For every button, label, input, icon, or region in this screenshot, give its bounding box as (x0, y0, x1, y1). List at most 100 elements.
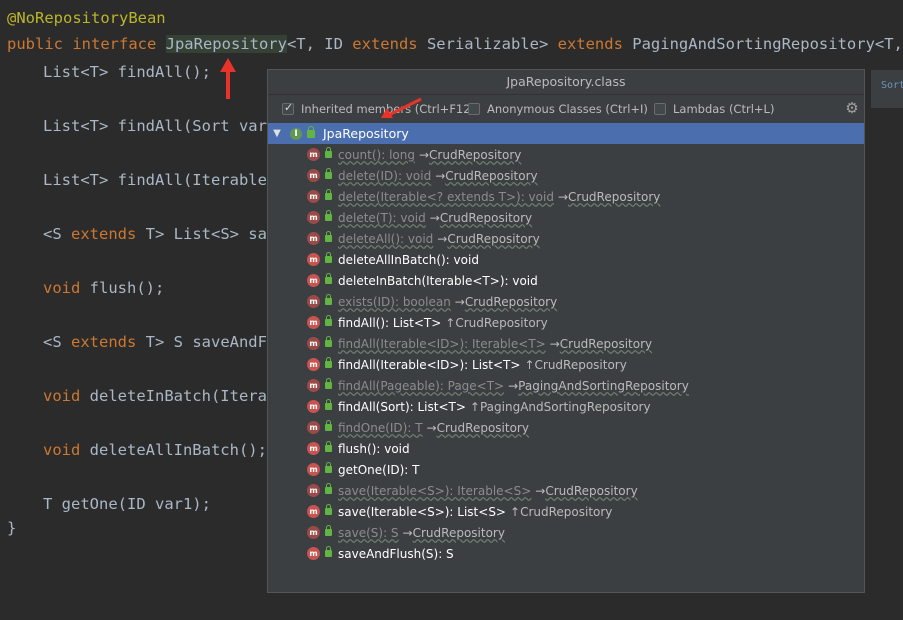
method-icon: m (307, 295, 320, 308)
tree-member-row[interactable]: m save(Iterable<S>): List<S> ↑ CrudReposito… (268, 501, 864, 522)
tree-member-row[interactable]: m findAll(Iterable<ID>): List<T> ↑ CrudRepo… (268, 354, 864, 375)
public-lock-icon (325, 336, 332, 347)
member-source-class: CrudRepository (559, 336, 653, 351)
overrides-up-arrow-icon: ↑ (469, 399, 480, 414)
member-signature: deleteAllInBatch(): void (338, 252, 479, 267)
gear-icon[interactable]: ⚙ (844, 100, 860, 116)
method-icon: m (307, 253, 320, 266)
tree-member-row[interactable]: m delete(ID): void → CrudRepository (268, 165, 864, 186)
inherited-from-arrow-icon: → (402, 525, 413, 540)
method-icon: m (307, 274, 320, 287)
checkbox-unchecked-icon[interactable] (468, 103, 480, 115)
public-lock-icon (325, 210, 332, 221)
member-source-class: CrudRepository (439, 210, 533, 225)
tree-member-row[interactable]: m findAll(Sort): List<T> ↑ PagingAndSorting… (268, 396, 864, 417)
method-icon: m (307, 484, 320, 497)
member-signature: findAll(Iterable<ID>): List<T> (338, 357, 521, 372)
inherited-from-arrow-icon: → (454, 294, 465, 309)
structure-tree[interactable]: ▼ I JpaRepository m count(): long → CrudRep… (268, 123, 864, 564)
method-icon: m (307, 400, 320, 413)
public-lock-icon (325, 273, 332, 284)
checkbox-checked-icon[interactable] (282, 101, 294, 115)
inherited-from-arrow-icon: → (508, 378, 519, 393)
tree-member-row[interactable]: m findAll(Pageable): Page<T> → PagingAndSor… (268, 375, 864, 396)
member-signature: findAll(Pageable): Page<T> (338, 378, 505, 393)
inherited-from-arrow-icon: → (435, 168, 446, 183)
overrides-up-arrow-icon: ↑ (510, 504, 521, 519)
tree-member-row[interactable]: m save(Iterable<S>): Iterable<S> → CrudRepo… (268, 480, 864, 501)
tree-member-row[interactable]: m deleteAllInBatch(): void (268, 249, 864, 270)
tree-member-row[interactable]: m findAll(): List<T> ↑ CrudRepository (268, 312, 864, 333)
tree-member-row[interactable]: m save(S): S → CrudRepository (268, 522, 864, 543)
member-source-class: CrudRepository (445, 168, 538, 183)
member-signature: save(S): S (338, 525, 399, 540)
public-lock-icon (325, 420, 332, 431)
public-lock-icon (325, 441, 332, 452)
member-source-class: CrudRepository (429, 147, 522, 162)
member-signature: exists(ID): boolean (338, 294, 451, 309)
tree-member-row[interactable]: m getOne(ID): T (268, 459, 864, 480)
checkbox-unchecked-icon[interactable] (654, 103, 666, 115)
member-source-class: CrudRepository (447, 231, 540, 246)
tree-member-row[interactable]: m exists(ID): boolean → CrudRepository (268, 291, 864, 312)
method-icon: m (307, 442, 320, 455)
member-source-class: CrudRepository (545, 483, 638, 498)
member-signature: getOne(ID): T (338, 462, 420, 477)
method-icon: m (307, 190, 320, 203)
tree-member-row[interactable]: m delete(T): void → CrudRepository (268, 207, 864, 228)
member-source-class: PagingAndSortingRepository (518, 378, 689, 393)
member-signature: save(Iterable<S>): Iterable<S> (338, 483, 532, 498)
file-structure-popup[interactable]: JpaRepository.class Inherited members (C… (267, 69, 865, 593)
method-icon: m (307, 169, 320, 182)
member-signature: count(): long (338, 147, 415, 162)
jparepository-identifier[interactable]: JpaRepository (165, 35, 287, 53)
code-line-findall-sort: List<T> findAll(Sort var1 (43, 117, 277, 135)
method-icon: m (307, 547, 320, 560)
public-lock-icon (325, 357, 332, 368)
public-lock-icon (325, 399, 332, 410)
tree-member-row[interactable]: m deleteInBatch(Iterable<T>): void (268, 270, 864, 291)
member-source-class: CrudRepository (455, 315, 548, 330)
method-icon: m (307, 463, 320, 476)
public-lock-icon (307, 125, 315, 138)
method-icon: m (307, 211, 320, 224)
member-source-class: CrudRepository (464, 294, 558, 309)
method-icon: m (307, 316, 320, 329)
public-lock-icon (325, 294, 332, 305)
popup-title: JpaRepository.class (268, 70, 864, 95)
inherited-from-arrow-icon: → (549, 336, 560, 351)
tree-member-row[interactable]: m findOne(ID): T → CrudRepository (268, 417, 864, 438)
method-icon: m (307, 358, 320, 371)
tree-member-row[interactable]: m delete(Iterable<? extends T>): void → Cru… (268, 186, 864, 207)
code-line-close-brace: } (7, 519, 17, 537)
tree-member-row[interactable]: m saveAndFlush(S): S (268, 543, 864, 564)
member-signature: delete(T): void (338, 210, 426, 225)
member-signature: findAll(Iterable<ID>): Iterable<T> (338, 336, 546, 351)
member-source-class: CrudRepository (568, 189, 661, 204)
interface-icon: I (290, 127, 302, 140)
overrides-up-arrow-icon: ↑ (445, 315, 456, 330)
public-lock-icon (325, 504, 332, 515)
tree-member-row[interactable]: m findAll(Iterable<ID>): Iterable<T> → Crud… (268, 333, 864, 354)
tree-member-row[interactable]: m deleteAll(): void → CrudRepository (268, 228, 864, 249)
inherited-from-arrow-icon: → (429, 210, 440, 225)
expand-caret-icon[interactable]: ▼ (268, 128, 286, 139)
public-lock-icon (325, 315, 332, 326)
member-source-class: CrudRepository (412, 525, 505, 540)
inherited-from-arrow-icon: → (557, 189, 569, 204)
anonymous-classes-checkbox[interactable]: Anonymous Classes (Ctrl+I) (468, 101, 648, 117)
member-signature: flush(): void (338, 441, 410, 456)
member-signature: findOne(ID): T (338, 420, 423, 435)
code-line-annotation: @NoRepositoryBean (7, 9, 166, 27)
tree-member-row[interactable]: m count(): long → CrudRepository (268, 144, 864, 165)
tree-member-row[interactable]: m flush(): void (268, 438, 864, 459)
member-source-class: CrudRepository (520, 504, 613, 519)
member-source-class: PagingAndSortingRepository (479, 399, 651, 414)
root-label: JpaRepository (323, 126, 409, 141)
lambdas-checkbox[interactable]: Lambdas (Ctrl+L) (654, 101, 774, 117)
tree-root-jparepository[interactable]: ▼ I JpaRepository (268, 123, 864, 144)
member-signature: delete(Iterable<? extends T>): void (338, 189, 554, 204)
code-line-findall: List<T> findAll(); (43, 63, 211, 81)
public-lock-icon (325, 189, 332, 200)
member-signature: findAll(): List<T> (338, 315, 442, 330)
